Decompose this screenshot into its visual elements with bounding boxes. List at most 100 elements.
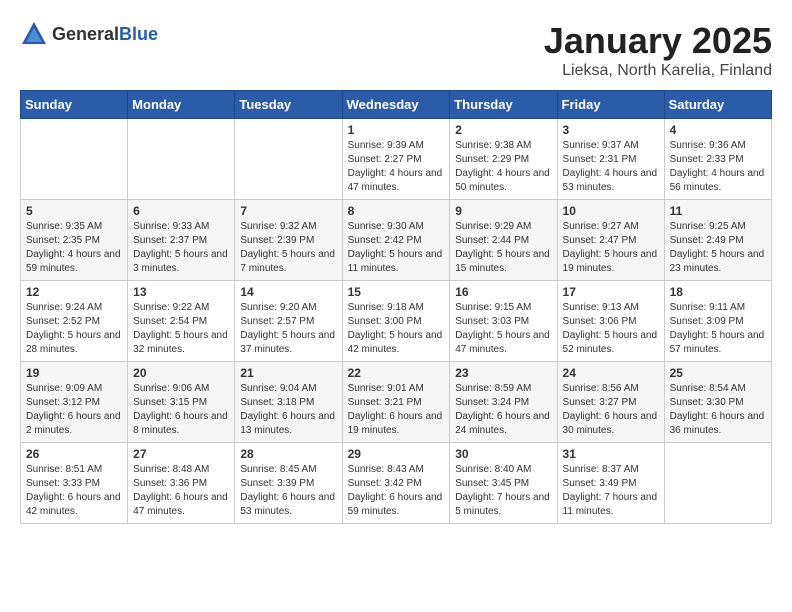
day-number: 30 — [455, 447, 551, 461]
day-info: Sunrise: 9:36 AM Sunset: 2:33 PM Dayligh… — [670, 139, 766, 195]
calendar-table: SundayMondayTuesdayWednesdayThursdayFrid… — [20, 90, 772, 524]
week-row-2: 5 Sunrise: 9:35 AM Sunset: 2:35 PM Daylig… — [21, 200, 772, 281]
day-info: Sunrise: 8:56 AM Sunset: 3:27 PM Dayligh… — [563, 382, 659, 438]
weekday-header-sunday: Sunday — [21, 91, 128, 119]
weekday-header-tuesday: Tuesday — [235, 91, 342, 119]
day-info: Sunrise: 9:37 AM Sunset: 2:31 PM Dayligh… — [563, 139, 659, 195]
page-header: GeneralBlue January 2025 Lieksa, North K… — [20, 20, 772, 80]
calendar-cell: 2 Sunrise: 9:38 AM Sunset: 2:29 PM Daylig… — [450, 119, 557, 200]
day-info: Sunrise: 9:33 AM Sunset: 2:37 PM Dayligh… — [133, 220, 229, 276]
weekday-header-wednesday: Wednesday — [342, 91, 450, 119]
day-number: 5 — [26, 204, 122, 218]
day-number: 24 — [563, 366, 659, 380]
calendar-cell: 25 Sunrise: 8:54 AM Sunset: 3:30 PM Dayli… — [664, 362, 771, 443]
calendar-cell: 6 Sunrise: 9:33 AM Sunset: 2:37 PM Daylig… — [128, 200, 235, 281]
weekday-header-monday: Monday — [128, 91, 235, 119]
day-number: 1 — [348, 123, 445, 137]
day-info: Sunrise: 8:59 AM Sunset: 3:24 PM Dayligh… — [455, 382, 551, 438]
logo-text-blue: Blue — [119, 24, 158, 44]
calendar-cell: 8Sunrise: 9:30 AM Sunset: 2:42 PM Daylig… — [342, 200, 450, 281]
title-area: January 2025 Lieksa, North Karelia, Finl… — [544, 20, 772, 80]
day-info: Sunrise: 9:27 AM Sunset: 2:47 PM Dayligh… — [563, 220, 659, 276]
day-info: Sunrise: 9:32 AM Sunset: 2:39 PM Dayligh… — [240, 220, 336, 276]
day-number: 15 — [348, 285, 445, 299]
day-info: Sunrise: 8:43 AM Sunset: 3:42 PM Dayligh… — [348, 463, 445, 519]
weekday-header-thursday: Thursday — [450, 91, 557, 119]
calendar-cell: 22 Sunrise: 9:01 AM Sunset: 3:21 PM Dayli… — [342, 362, 450, 443]
day-info: Sunrise: 9:15 AM Sunset: 3:03 PM Dayligh… — [455, 301, 551, 357]
month-title: January 2025 — [544, 20, 772, 62]
calendar-cell: 21 Sunrise: 9:04 AM Sunset: 3:18 PM Dayli… — [235, 362, 342, 443]
day-info: Sunrise: 9:13 AM Sunset: 3:06 PM Dayligh… — [563, 301, 659, 357]
day-info: Sunrise: 9:38 AM Sunset: 2:29 PM Dayligh… — [455, 139, 551, 195]
calendar-cell: 17 Sunrise: 9:13 AM Sunset: 3:06 PM Dayli… — [557, 281, 664, 362]
day-info: Sunrise: 9:35 AM Sunset: 2:35 PM Dayligh… — [26, 220, 122, 276]
day-info: Sunrise: 9:29 AM Sunset: 2:44 PM Dayligh… — [455, 220, 551, 276]
day-info: Sunrise: 8:40 AM Sunset: 3:45 PM Dayligh… — [455, 463, 551, 519]
calendar-cell: 12 Sunrise: 9:24 AM Sunset: 2:52 PM Dayli… — [21, 281, 128, 362]
day-number: 14 — [240, 285, 336, 299]
day-info: Sunrise: 9:22 AM Sunset: 2:54 PM Dayligh… — [133, 301, 229, 357]
day-info: Sunrise: 8:37 AM Sunset: 3:49 PM Dayligh… — [563, 463, 659, 519]
week-row-3: 12 Sunrise: 9:24 AM Sunset: 2:52 PM Dayli… — [21, 281, 772, 362]
day-number: 19 — [26, 366, 122, 380]
calendar-cell: 28 Sunrise: 8:45 AM Sunset: 3:39 PM Dayli… — [235, 443, 342, 524]
day-number: 17 — [563, 285, 659, 299]
day-info: Sunrise: 8:54 AM Sunset: 3:30 PM Dayligh… — [670, 382, 766, 438]
weekday-header-row: SundayMondayTuesdayWednesdayThursdayFrid… — [21, 91, 772, 119]
day-info: Sunrise: 8:48 AM Sunset: 3:36 PM Dayligh… — [133, 463, 229, 519]
calendar-cell: 3 Sunrise: 9:37 AM Sunset: 2:31 PM Daylig… — [557, 119, 664, 200]
day-number: 27 — [133, 447, 229, 461]
day-info: Sunrise: 9:24 AM Sunset: 2:52 PM Dayligh… — [26, 301, 122, 357]
calendar-cell: 5 Sunrise: 9:35 AM Sunset: 2:35 PM Daylig… — [21, 200, 128, 281]
calendar-cell: 13 Sunrise: 9:22 AM Sunset: 2:54 PM Dayli… — [128, 281, 235, 362]
day-number: 2 — [455, 123, 551, 137]
calendar-cell: 23Sunrise: 8:59 AM Sunset: 3:24 PM Dayli… — [450, 362, 557, 443]
day-number: 10 — [563, 204, 659, 218]
day-number: 22 — [348, 366, 445, 380]
calendar-cell: 16 Sunrise: 9:15 AM Sunset: 3:03 PM Dayli… — [450, 281, 557, 362]
calendar-cell — [664, 443, 771, 524]
week-row-1: 1Sunrise: 9:39 AM Sunset: 2:27 PM Daylig… — [21, 119, 772, 200]
calendar-cell: 14Sunrise: 9:20 AM Sunset: 2:57 PM Dayli… — [235, 281, 342, 362]
calendar-cell: 29 Sunrise: 8:43 AM Sunset: 3:42 PM Dayli… — [342, 443, 450, 524]
calendar-cell: 9 Sunrise: 9:29 AM Sunset: 2:44 PM Daylig… — [450, 200, 557, 281]
calendar-cell: 19 Sunrise: 9:09 AM Sunset: 3:12 PM Dayli… — [21, 362, 128, 443]
day-info: Sunrise: 9:09 AM Sunset: 3:12 PM Dayligh… — [26, 382, 122, 438]
calendar-cell: 27 Sunrise: 8:48 AM Sunset: 3:36 PM Dayli… — [128, 443, 235, 524]
calendar-cell: 26Sunrise: 8:51 AM Sunset: 3:33 PM Dayli… — [21, 443, 128, 524]
logo: GeneralBlue — [20, 20, 158, 48]
day-number: 11 — [670, 204, 766, 218]
day-number: 29 — [348, 447, 445, 461]
calendar-cell — [128, 119, 235, 200]
day-info: Sunrise: 9:06 AM Sunset: 3:15 PM Dayligh… — [133, 382, 229, 438]
day-number: 7 — [240, 204, 336, 218]
day-number: 6 — [133, 204, 229, 218]
day-number: 31 — [563, 447, 659, 461]
day-info: Sunrise: 9:01 AM Sunset: 3:21 PM Dayligh… — [348, 382, 445, 438]
calendar-cell — [21, 119, 128, 200]
location-title: Lieksa, North Karelia, Finland — [544, 62, 772, 80]
logo-text-general: General — [52, 24, 119, 44]
day-info: Sunrise: 9:11 AM Sunset: 3:09 PM Dayligh… — [670, 301, 766, 357]
day-number: 26 — [26, 447, 122, 461]
day-number: 25 — [670, 366, 766, 380]
day-number: 9 — [455, 204, 551, 218]
day-info: Sunrise: 9:04 AM Sunset: 3:18 PM Dayligh… — [240, 382, 336, 438]
day-number: 18 — [670, 285, 766, 299]
day-number: 21 — [240, 366, 336, 380]
day-info: Sunrise: 9:25 AM Sunset: 2:49 PM Dayligh… — [670, 220, 766, 276]
day-number: 16 — [455, 285, 551, 299]
day-info: Sunrise: 8:45 AM Sunset: 3:39 PM Dayligh… — [240, 463, 336, 519]
day-number: 13 — [133, 285, 229, 299]
day-info: Sunrise: 9:18 AM Sunset: 3:00 PM Dayligh… — [348, 301, 445, 357]
calendar-cell: 18 Sunrise: 9:11 AM Sunset: 3:09 PM Dayli… — [664, 281, 771, 362]
logo-icon — [20, 20, 48, 48]
day-number: 3 — [563, 123, 659, 137]
day-number: 28 — [240, 447, 336, 461]
day-number: 8 — [348, 204, 445, 218]
week-row-4: 19 Sunrise: 9:09 AM Sunset: 3:12 PM Dayli… — [21, 362, 772, 443]
calendar-cell: 1Sunrise: 9:39 AM Sunset: 2:27 PM Daylig… — [342, 119, 450, 200]
calendar-cell: 24 Sunrise: 8:56 AM Sunset: 3:27 PM Dayli… — [557, 362, 664, 443]
day-number: 12 — [26, 285, 122, 299]
